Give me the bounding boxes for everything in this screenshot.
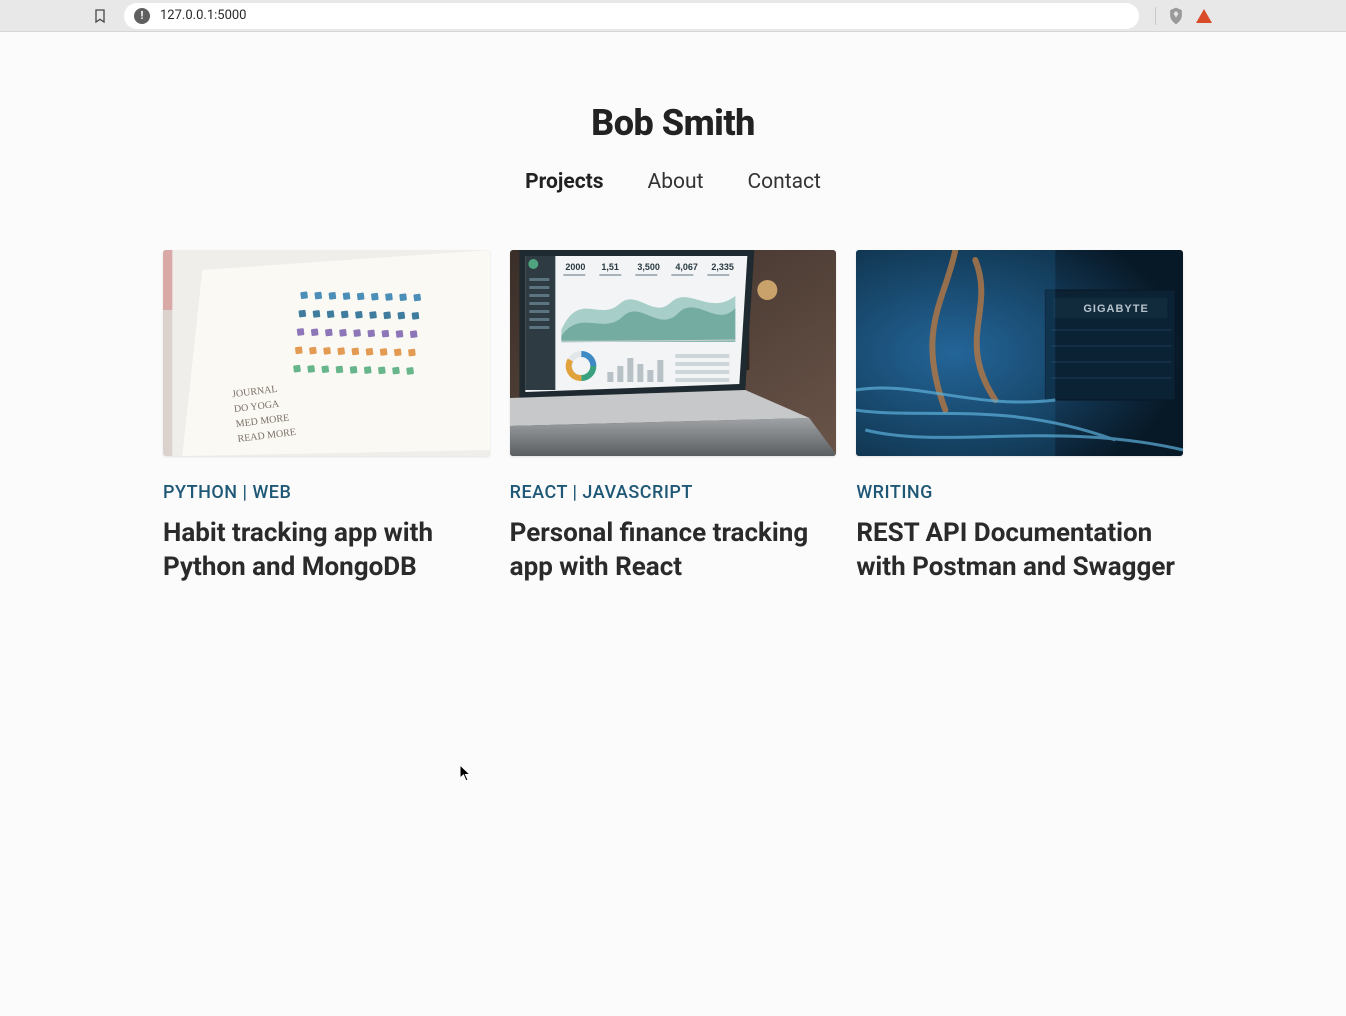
svg-text:4,067: 4,067 [675, 262, 698, 272]
browser-chrome: ! 127.0.0.1:5000 [0, 0, 1346, 32]
chrome-right-controls [1155, 6, 1218, 26]
brave-shield-icon[interactable] [1166, 6, 1186, 26]
project-tags: PYTHON | WEB [163, 482, 490, 503]
svg-text:2000: 2000 [565, 262, 585, 272]
nav-projects[interactable]: Projects [525, 170, 603, 194]
project-card[interactable]: JOURNAL DO YOGA MED MORE READ MORE [163, 250, 490, 585]
project-title: Habit tracking app with Python and Mongo… [163, 517, 490, 585]
project-card[interactable]: 2000 1,51 3,500 4,067 2,335 [510, 250, 837, 585]
svg-text:3,500: 3,500 [637, 262, 660, 272]
bookmark-icon[interactable] [88, 4, 112, 28]
page-body: Bob Smith Projects About Contact JOURNAL [0, 32, 1346, 1016]
nav-about[interactable]: About [648, 170, 704, 194]
project-card[interactable]: GIGABYTE [856, 250, 1183, 585]
page-title: Bob Smith [163, 102, 1183, 144]
project-thumbnail: GIGABYTE [856, 250, 1183, 456]
site-info-icon[interactable]: ! [134, 8, 150, 24]
brave-logo-icon[interactable] [1196, 9, 1212, 23]
divider [1155, 7, 1156, 25]
project-tags: WRITING [856, 482, 1183, 503]
project-thumbnail: JOURNAL DO YOGA MED MORE READ MORE [163, 250, 490, 456]
project-title: Personal finance tracking app with React [510, 517, 837, 585]
project-grid: JOURNAL DO YOGA MED MORE READ MORE [163, 250, 1183, 585]
project-thumbnail: 2000 1,51 3,500 4,067 2,335 [510, 250, 837, 456]
url-text: 127.0.0.1:5000 [160, 8, 247, 23]
primary-nav: Projects About Contact [163, 170, 1183, 194]
project-title: REST API Documentation with Postman and … [856, 517, 1183, 585]
address-bar[interactable]: ! 127.0.0.1:5000 [124, 3, 1139, 29]
svg-text:2,335: 2,335 [711, 262, 734, 272]
svg-text:1,51: 1,51 [601, 262, 619, 272]
nav-contact[interactable]: Contact [747, 170, 820, 194]
project-tags: REACT | JAVASCRIPT [510, 482, 837, 503]
